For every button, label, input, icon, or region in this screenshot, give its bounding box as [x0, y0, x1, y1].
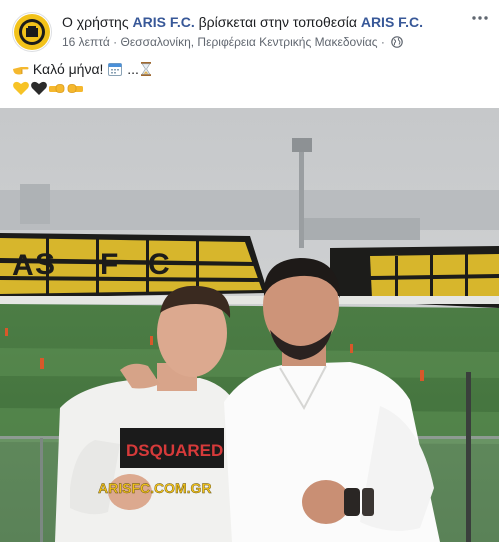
- calendar-icon: [108, 63, 123, 76]
- watermark-text: ARISFC.COM.GR: [98, 480, 212, 496]
- stand-letter-f: F: [100, 248, 118, 281]
- yellow-heart-icon: [13, 81, 29, 95]
- more-dots-icon: [472, 16, 488, 20]
- post-meta: 16 λεπτά · Θεσσαλονίκη, Περιφέρεια Κεντρ…: [62, 34, 404, 50]
- right-fist-icon: [67, 84, 83, 93]
- post-message-line-1: Καλό μήνα! ...: [12, 59, 153, 79]
- aris-logo-icon: [14, 14, 50, 50]
- page-avatar[interactable]: [12, 12, 52, 52]
- stand-letter-c: C: [148, 248, 170, 281]
- post-message-line-2: [12, 78, 84, 98]
- meta-separator: ·: [109, 35, 121, 49]
- message-ellipsis: ...: [127, 61, 139, 77]
- black-heart-icon: [31, 81, 47, 95]
- timestamp-link[interactable]: 16 λεπτά: [62, 35, 110, 49]
- more-options-button[interactable]: [471, 14, 489, 28]
- post-header: Ο χρήστης ARIS F.C. βρίσκεται στην τοποθ…: [0, 0, 499, 56]
- pointing-hand-icon: [13, 67, 29, 75]
- hourglass-icon: [140, 62, 151, 76]
- post-photo[interactable]: A S F C DSQUARED ARISFC.COM.GR: [0, 108, 499, 542]
- meta-separator-2: ·: [377, 35, 389, 49]
- stadium-photo: A S F C DSQUARED ARISFC.COM.GR: [0, 108, 499, 542]
- stand-letter-s: S: [35, 248, 55, 281]
- author-link[interactable]: ARIS F.C.: [132, 14, 194, 30]
- stand-letter-a: A: [12, 249, 34, 282]
- left-fist-icon: [49, 84, 65, 93]
- author-prefix: Ο χρήστης: [62, 14, 133, 30]
- post-card: Ο χρήστης ARIS F.C. βρίσκεται στην τοποθ…: [0, 0, 499, 542]
- shirt-text: DSQUARED: [126, 441, 223, 460]
- location-connector: βρίσκεται στην τοποθεσία: [194, 14, 361, 30]
- globe-icon: [391, 36, 404, 48]
- location-link[interactable]: ARIS F.C.: [361, 14, 423, 30]
- post-title: Ο χρήστης ARIS F.C. βρίσκεται στην τοποθ…: [62, 13, 469, 31]
- place-link[interactable]: Θεσσαλονίκη, Περιφέρεια Κεντρικής Μακεδο…: [121, 35, 378, 49]
- message-text: Καλό μήνα!: [32, 61, 104, 77]
